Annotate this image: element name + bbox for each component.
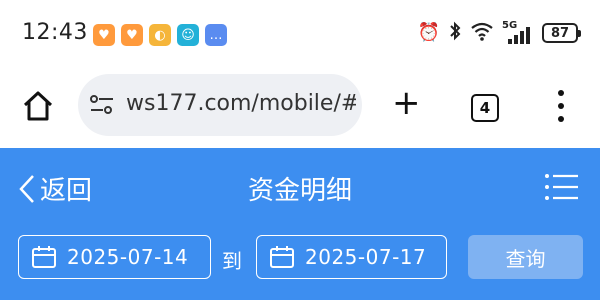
alarm-icon: ⏰: [417, 22, 440, 43]
tab-count: 4: [479, 99, 491, 117]
chat-app-icon: ☺: [177, 24, 199, 46]
message-app-icon: …: [205, 24, 227, 46]
notification-icons: ♥ ♥ ◐ ☺ …: [93, 24, 227, 46]
status-bar: 12:43 ♥ ♥ ◐ ☺ … ⏰ 5G 87: [0, 0, 600, 70]
signal-icon: 5G: [502, 20, 534, 44]
app-header: 返回 资金明细: [0, 148, 600, 228]
date-filter-bar: 2025-07-14 到 2025-07-17 查询: [0, 228, 600, 300]
new-tab-icon[interactable]: +: [392, 86, 421, 120]
end-date-field[interactable]: 2025-07-17: [256, 235, 447, 279]
list-menu-icon[interactable]: [544, 172, 580, 202]
system-icons: ⏰ 5G 87: [417, 20, 581, 45]
calendar-icon: [270, 246, 294, 268]
calendar-icon: [32, 246, 56, 268]
heart-app-icon: ♥: [93, 24, 115, 46]
start-date-field[interactable]: 2025-07-14: [18, 235, 211, 279]
query-button[interactable]: 查询: [468, 235, 583, 279]
tab-switcher-button[interactable]: 4: [471, 94, 499, 122]
start-date-value: 2025-07-14: [67, 245, 189, 269]
end-date-value: 2025-07-17: [305, 245, 427, 269]
bluetooth-icon: [448, 21, 462, 45]
browser-toolbar: ws177.com/mobile/# + 4: [0, 70, 600, 148]
site-settings-icon[interactable]: [88, 94, 116, 116]
battery-level: 87: [550, 25, 570, 41]
to-label: 到: [222, 249, 242, 273]
url-text[interactable]: ws177.com/mobile/#: [126, 91, 356, 116]
wifi-icon: [470, 21, 494, 45]
home-icon[interactable]: [20, 88, 56, 124]
weather-app-icon: ◐: [149, 24, 171, 46]
page-title: 资金明细: [247, 176, 352, 206]
address-bar[interactable]: ws177.com/mobile/#: [78, 74, 362, 136]
battery-icon: 87: [542, 23, 581, 43]
heart-app-icon: ♥: [121, 24, 143, 46]
status-time: 12:43: [22, 20, 88, 45]
more-menu-icon[interactable]: [555, 90, 567, 122]
